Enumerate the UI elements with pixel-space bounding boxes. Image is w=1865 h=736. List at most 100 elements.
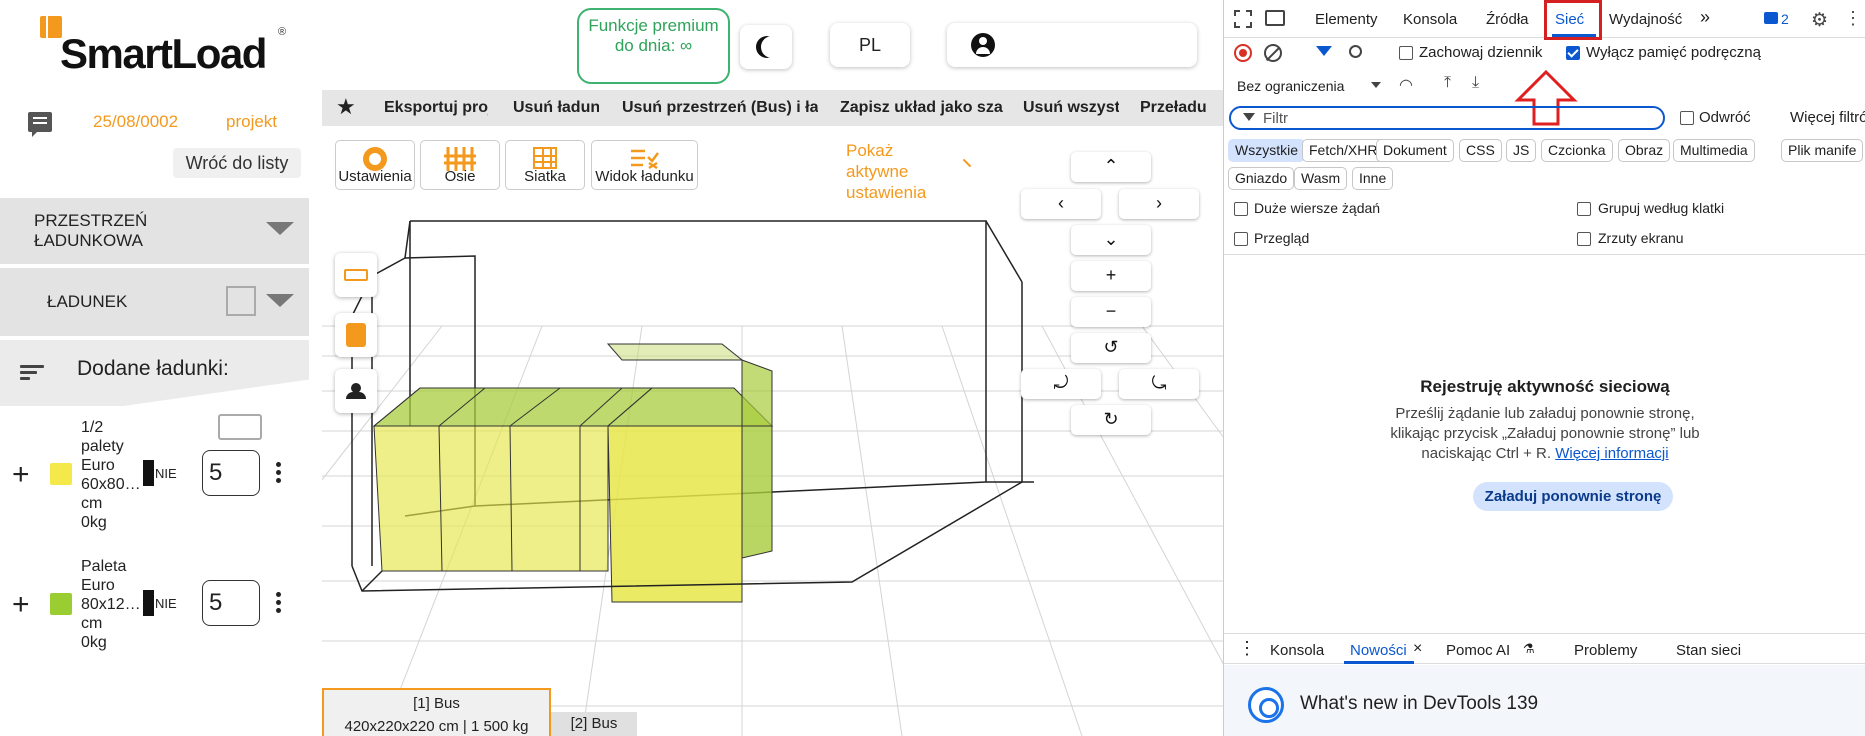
grid-button[interactable]: Siatka xyxy=(505,140,585,190)
filter-font[interactable]: Czcionka xyxy=(1541,139,1613,162)
more-options-icon[interactable] xyxy=(276,592,282,614)
inspect-icon[interactable] xyxy=(1234,10,1252,28)
ruler-button[interactable] xyxy=(335,253,377,297)
toolbar-remove-space[interactable]: Usuń przestrzeń (Bus) i ład xyxy=(622,99,818,117)
drawer-tab-console[interactable]: Konsola xyxy=(1270,642,1324,659)
drawer-tab-ai[interactable]: Pomoc AI xyxy=(1446,642,1510,659)
bus-tab-1[interactable]: [1] Bus 420x220x220 cm | 1 500 kg xyxy=(322,688,551,736)
search-icon[interactable] xyxy=(1349,45,1362,58)
cargo-view-button[interactable]: Widok ładunku xyxy=(591,140,698,190)
rotate-button[interactable]: ↺ xyxy=(1071,333,1151,363)
disable-cache-checkbox[interactable] xyxy=(1566,46,1580,60)
add-item-button[interactable]: + xyxy=(12,460,30,490)
rotate-left-button[interactable]: ⤾ xyxy=(1021,369,1101,399)
pan-left-button[interactable]: ‹ xyxy=(1021,189,1101,219)
gear-icon[interactable]: ⚙ xyxy=(1811,9,1828,32)
group-by-frame-checkbox[interactable] xyxy=(1577,202,1591,216)
users-button[interactable] xyxy=(335,369,377,413)
close-icon[interactable]: × xyxy=(1413,640,1422,658)
bus-tab-2[interactable]: [2] Bus xyxy=(551,712,637,736)
star-icon[interactable]: ★ xyxy=(336,94,356,120)
zoom-out-button[interactable]: − xyxy=(1071,297,1151,327)
toolbar-export[interactable]: Eksportuj proj xyxy=(384,99,488,117)
quantity-input[interactable]: 5 xyxy=(202,580,260,626)
filter-js[interactable]: JS xyxy=(1506,139,1537,162)
filter-icon[interactable] xyxy=(1316,46,1332,56)
filter-css[interactable]: CSS xyxy=(1459,139,1502,162)
filter-other[interactable]: Inne xyxy=(1352,167,1394,190)
issues-count[interactable]: 2 xyxy=(1781,11,1789,27)
network-conditions-icon[interactable]: ◠ xyxy=(1399,75,1413,95)
learn-more-link[interactable]: Więcej informacji xyxy=(1555,445,1668,462)
pan-down-button[interactable]: ⌄ xyxy=(1071,225,1151,255)
moon-icon xyxy=(761,36,783,58)
filter-image[interactable]: Obraz xyxy=(1618,139,1671,162)
device-toggle-icon[interactable] xyxy=(1265,10,1285,26)
filter-all[interactable]: Wszystkie xyxy=(1228,139,1305,162)
drawer-tab-issues[interactable]: Problemy xyxy=(1574,642,1637,659)
filter-document[interactable]: Dokument xyxy=(1376,139,1454,162)
filter-socket[interactable]: Gniazdo xyxy=(1228,167,1295,190)
quantity-input[interactable]: 5 xyxy=(202,450,260,496)
language-button[interactable]: PL xyxy=(830,23,910,67)
rotate-right-button[interactable]: ⤿ xyxy=(1119,369,1199,399)
filter-media[interactable]: Multimedia xyxy=(1673,139,1755,162)
show-active-settings[interactable]: Pokaż aktywne ustawienia xyxy=(846,140,926,203)
tab-performance[interactable]: Wydajność xyxy=(1609,11,1682,28)
record-icon[interactable] xyxy=(1234,44,1252,62)
accordion-cargo-space[interactable]: PRZESTRZEŃ ŁADUNKOWA xyxy=(0,198,309,440)
toolbar-remove-all[interactable]: Usuń wszyst xyxy=(1023,99,1119,117)
tab-elements[interactable]: Elementy xyxy=(1315,11,1378,28)
devtools-panel: Elementy Konsola Źródła Sieć Wydajność »… xyxy=(1223,0,1865,736)
filter-fetch[interactable]: Fetch/XHR xyxy=(1302,139,1385,162)
filter-manifest[interactable]: Plik manife xyxy=(1781,139,1864,162)
more-options-icon[interactable] xyxy=(276,462,282,484)
axes-button[interactable]: Osie xyxy=(420,140,500,190)
invert-checkbox[interactable] xyxy=(1680,111,1694,125)
logo-mark-icon xyxy=(40,16,62,38)
toolbar-remove-cargo[interactable]: Usuń ładun xyxy=(513,99,599,117)
add-item-button[interactable]: + xyxy=(12,590,30,620)
filter-wasm[interactable]: Wasm xyxy=(1294,167,1348,190)
user-icon xyxy=(971,33,995,57)
comment-icon[interactable] xyxy=(28,112,52,137)
project-name[interactable]: projekt xyxy=(226,112,277,132)
settings-button[interactable]: Ustawienia xyxy=(335,140,415,190)
drawer-tab-network-conditions[interactable]: Stan sieci xyxy=(1676,642,1741,659)
toolbar-save-template[interactable]: Zapisz układ jako sza xyxy=(840,99,1003,117)
sort-icon[interactable] xyxy=(20,365,44,381)
tab-sources[interactable]: Źródła xyxy=(1486,11,1529,28)
throttle-select[interactable]: Bez ograniczenia xyxy=(1237,78,1344,94)
box-icon xyxy=(226,286,256,316)
bus-tab-dimensions: 420x220x220 cm | 1 500 kg xyxy=(344,718,529,735)
reload-page-button[interactable]: Załaduj ponownie stronę xyxy=(1473,482,1673,511)
kebab-menu-icon[interactable]: ⋮ xyxy=(1844,8,1862,29)
overview-checkbox[interactable] xyxy=(1234,232,1248,246)
drawer-menu-icon[interactable]: ⋮ xyxy=(1238,638,1256,659)
download-icon[interactable]: ⤓ xyxy=(1472,74,1479,92)
stack-flag-label: NIE xyxy=(155,466,177,481)
rotate-back-button[interactable]: ↻ xyxy=(1071,405,1151,435)
upload-icon[interactable]: ⤒ xyxy=(1444,74,1451,92)
toolbar-reload[interactable]: Przeładu xyxy=(1140,99,1220,117)
drawer-tab-whats-new[interactable]: Nowości xyxy=(1350,642,1407,659)
preserve-log-checkbox[interactable] xyxy=(1399,46,1413,60)
large-rows-checkbox[interactable] xyxy=(1234,202,1248,216)
clear-icon[interactable] xyxy=(1264,44,1282,62)
accordion-cargo[interactable]: ŁADUNEK xyxy=(0,268,309,336)
dropdown-caret-icon[interactable] xyxy=(1371,82,1381,88)
premium-badge[interactable]: Funkcje premium do dnia: ∞ xyxy=(577,8,730,84)
user-menu-button[interactable] xyxy=(947,23,1197,67)
screenshots-checkbox[interactable] xyxy=(1577,232,1591,246)
zoom-in-button[interactable]: + xyxy=(1071,261,1151,291)
pan-up-button[interactable]: ⌃ xyxy=(1071,152,1151,182)
issues-icon[interactable] xyxy=(1764,12,1778,24)
pan-right-button[interactable]: › xyxy=(1119,189,1199,219)
filter-input[interactable]: Filtr xyxy=(1229,106,1665,130)
back-to-list-button[interactable]: Wróć do listy xyxy=(173,148,301,178)
tab-console[interactable]: Konsola xyxy=(1403,11,1457,28)
more-filters-button[interactable]: Więcej filtrów xyxy=(1790,109,1865,126)
notes-button[interactable] xyxy=(335,313,377,357)
more-tabs-icon[interactable]: » xyxy=(1700,7,1710,28)
dark-mode-button[interactable] xyxy=(740,25,792,69)
